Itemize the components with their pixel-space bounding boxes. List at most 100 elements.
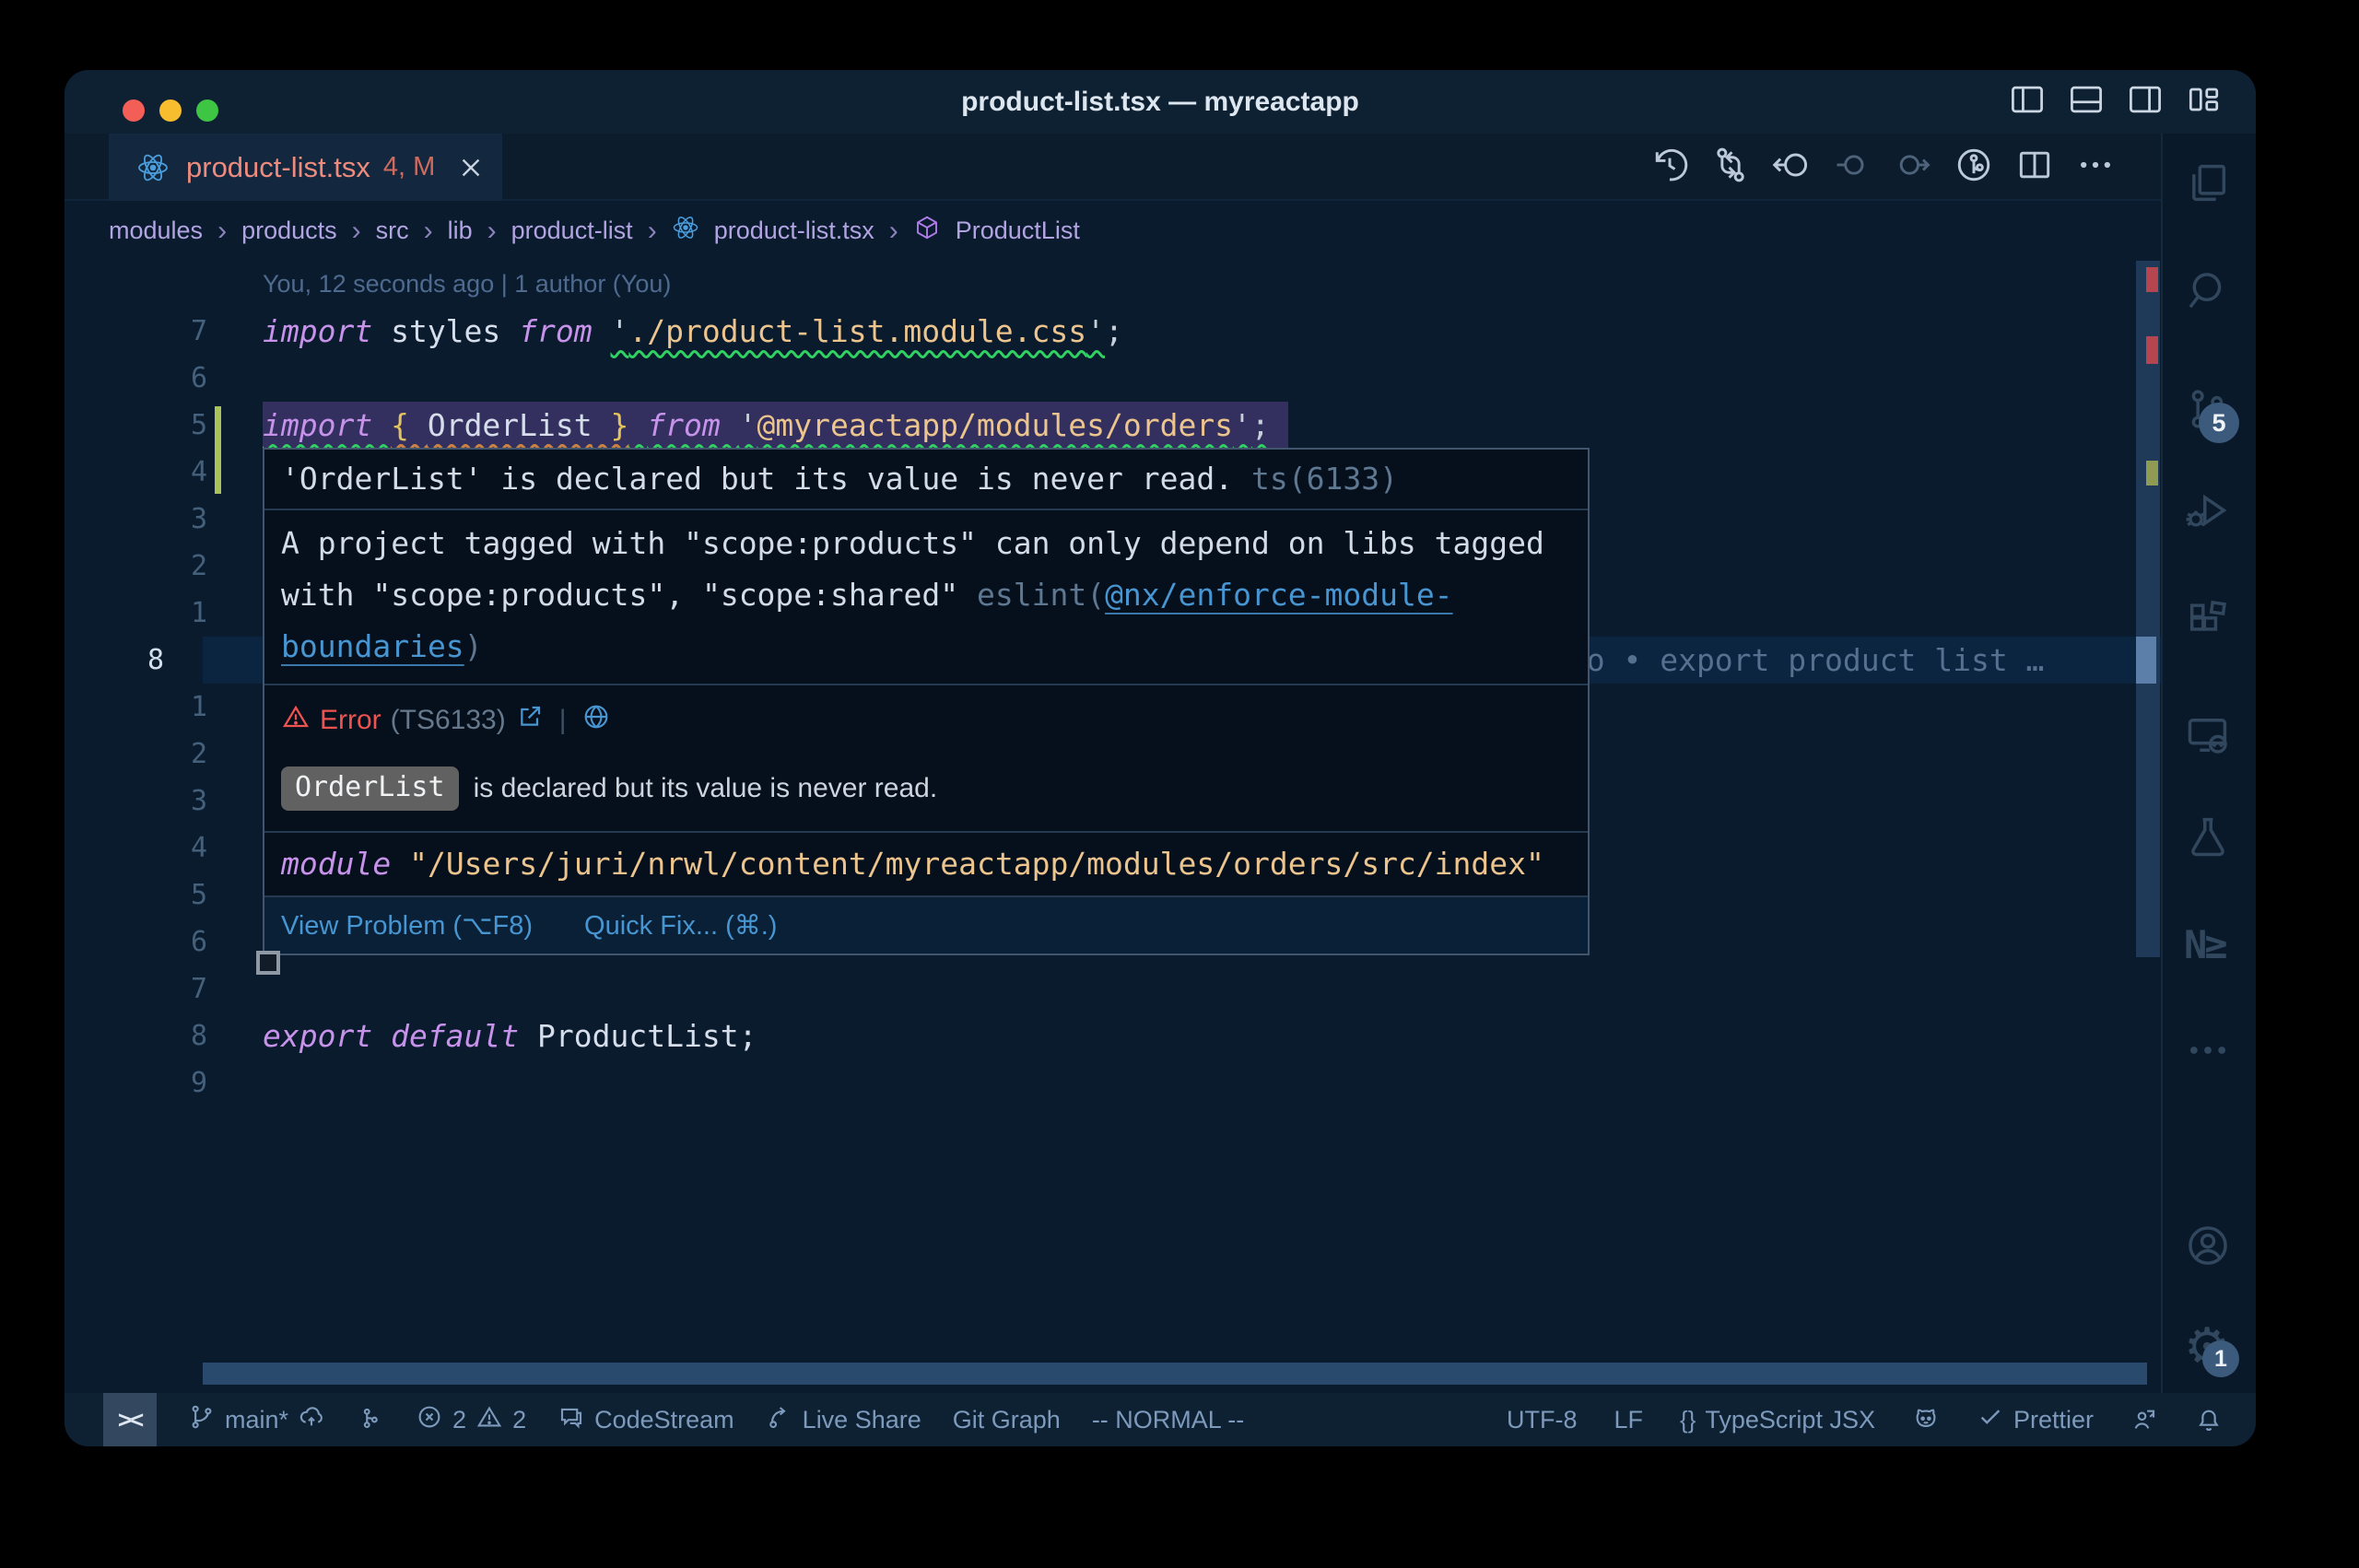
settings-badge: 1 (2202, 1340, 2239, 1377)
language-mode-status[interactable]: {} TypeScript JSX (1680, 1406, 1875, 1434)
tooltip-error-detail: Error (TS6133) | OrderList is declared b… (264, 684, 1588, 831)
vim-mode-indicator: -- NORMAL -- (1092, 1406, 1244, 1434)
timeline-icon[interactable] (1649, 145, 1690, 190)
toggle-sidebar-icon[interactable] (2007, 79, 2048, 124)
line-number[interactable]: 8 (120, 1012, 207, 1059)
next-change-icon[interactable] (1893, 145, 1933, 190)
line-number[interactable]: 5 (120, 402, 207, 449)
explorer-icon[interactable] (2184, 159, 2232, 207)
encoding-status[interactable]: UTF-8 (1507, 1406, 1578, 1434)
close-tab-icon[interactable] (457, 154, 485, 181)
error-message: is declared but its value is never read. (474, 773, 938, 804)
line-number[interactable]: 9 (120, 1059, 207, 1106)
eol-status[interactable]: LF (1614, 1406, 1644, 1434)
line-number-gutter: 7 6 5 4 3 2 1 8 1 2 3 4 5 6 7 8 9 (120, 308, 207, 1106)
git-graph-status[interactable]: Git Graph (953, 1406, 1061, 1434)
line-number[interactable]: 4 (120, 825, 207, 872)
cloud-upload-icon[interactable] (298, 1403, 325, 1437)
line-number[interactable]: 3 (120, 778, 207, 825)
quick-fix-button[interactable]: Quick Fix... (⌘.) (584, 909, 777, 942)
github-octoface-icon[interactable] (1912, 1406, 1940, 1433)
git-versions-icon[interactable] (357, 1406, 384, 1433)
live-share-icon (766, 1403, 793, 1437)
more-actions-icon[interactable] (2075, 145, 2116, 190)
code-line-7[interactable]: import styles from './product-list.modul… (263, 308, 1123, 355)
feedback-icon[interactable] (2130, 1406, 2158, 1433)
codestream-status[interactable]: CodeStream (557, 1403, 734, 1437)
chevron-right-icon: › (424, 216, 433, 247)
line-number[interactable]: 4 (120, 449, 207, 496)
more-views-icon[interactable] (2184, 1026, 2232, 1074)
tooltip-resize-handle[interactable] (256, 951, 280, 975)
breadcrumb-item[interactable]: modules (109, 216, 203, 245)
code-line-export[interactable]: export default ProductList; (263, 1012, 757, 1059)
warning-triangle-icon (281, 702, 311, 739)
title-bar: product-list.tsx — myreactapp (65, 70, 2256, 134)
vertical-scrollbar-thumb[interactable] (2136, 261, 2160, 957)
breadcrumb-item[interactable]: lib (448, 216, 473, 245)
tab-label: product-list.tsx (186, 151, 370, 184)
line-number[interactable]: 1 (120, 590, 207, 637)
remote-indicator[interactable]: >< (103, 1393, 157, 1446)
scrollbar-current-line-marker (2136, 637, 2156, 684)
formatter-status[interactable]: Prettier (1977, 1403, 2094, 1437)
activity-bar (2161, 134, 2256, 1393)
live-share-status[interactable]: Live Share (766, 1403, 921, 1437)
compare-changes-icon[interactable] (1710, 145, 1751, 190)
diagnostic-code: ts(6133) (1251, 461, 1398, 497)
vscode-window: product-list.tsx — myreactapp product-li… (65, 70, 2256, 1446)
line-number[interactable]: 6 (120, 355, 207, 402)
symbol-cube-icon (913, 214, 941, 248)
split-editor-icon[interactable] (2014, 145, 2055, 190)
extensions-icon[interactable] (2184, 596, 2232, 644)
status-bar: >< main* 2 2 CodeStream Live Share Gi (65, 1393, 2256, 1446)
git-added-gutter-bar (215, 406, 221, 494)
previous-change-icon[interactable] (1832, 145, 1872, 190)
line-number[interactable]: 1 (120, 684, 207, 731)
horizontal-scrollbar-thumb[interactable] (203, 1363, 2147, 1385)
line-number[interactable]: 5 (120, 872, 207, 919)
line-number[interactable]: 6 (120, 919, 207, 965)
breadcrumb-file[interactable]: product-list.tsx (714, 216, 874, 245)
braces-icon: {} (1680, 1406, 1696, 1434)
editor-actions (1649, 134, 2116, 201)
tab-product-list[interactable]: product-list.tsx 4, M (109, 134, 502, 201)
overview-ruler-error-mark (2146, 336, 2158, 364)
open-changes-icon[interactable] (1771, 145, 1812, 190)
breadcrumb-item[interactable]: src (376, 216, 409, 245)
toggle-panel-icon[interactable] (2066, 79, 2107, 124)
line-number[interactable]: 3 (120, 496, 207, 543)
problems-status[interactable]: 2 2 (416, 1403, 526, 1437)
error-code: (TS6133) (391, 705, 506, 736)
codestream-icon (557, 1403, 585, 1437)
line-number[interactable]: 7 (120, 308, 207, 355)
error-circle-icon (416, 1403, 443, 1437)
current-line-number[interactable]: 8 (120, 637, 207, 684)
chevron-right-icon: › (889, 216, 898, 247)
nx-console-icon[interactable]: N≥ (2184, 921, 2232, 969)
commit-graph-icon[interactable] (1954, 145, 1994, 190)
globe-icon[interactable] (581, 702, 611, 739)
open-external-icon[interactable] (515, 702, 545, 739)
chevron-right-icon: › (487, 216, 497, 247)
breadcrumb-item[interactable]: product-list (511, 216, 633, 245)
toggle-secondary-sidebar-icon[interactable] (2125, 79, 2165, 124)
testing-beaker-icon[interactable] (2184, 813, 2232, 860)
tab-bar: product-list.tsx 4, M (65, 134, 2256, 201)
run-debug-icon[interactable] (2184, 486, 2232, 534)
git-branch-status[interactable]: main* (188, 1403, 325, 1437)
account-icon[interactable] (2184, 1222, 2232, 1270)
line-number[interactable]: 2 (120, 731, 207, 778)
view-problem-button[interactable]: View Problem (⌥F8) (281, 909, 533, 942)
remote-explorer-icon[interactable] (2184, 711, 2232, 759)
react-file-icon (672, 214, 699, 248)
breadcrumb-symbol[interactable]: ProductList (956, 216, 1080, 245)
chevron-right-icon: › (352, 216, 361, 247)
search-icon[interactable] (2184, 267, 2232, 315)
line-number[interactable]: 7 (120, 965, 207, 1012)
notifications-bell-icon[interactable] (2195, 1406, 2223, 1433)
customize-layout-icon[interactable] (2184, 79, 2224, 124)
code-line-5[interactable]: import { OrderList } from '@myreactapp/m… (263, 402, 1288, 449)
breadcrumb-item[interactable]: products (241, 216, 337, 245)
line-number[interactable]: 2 (120, 543, 207, 590)
